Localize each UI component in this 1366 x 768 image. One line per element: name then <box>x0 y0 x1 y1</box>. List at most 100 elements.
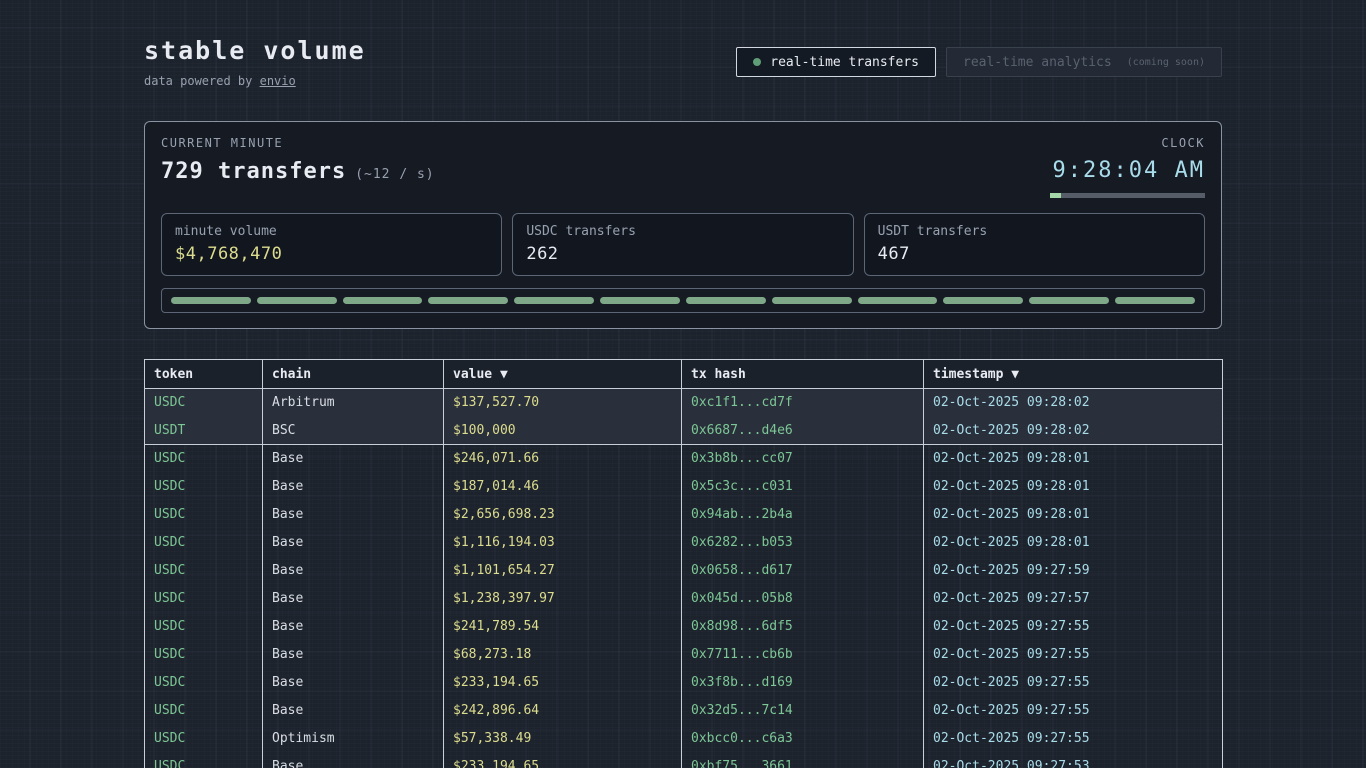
tab-analytics-label: real-time analytics <box>963 55 1112 70</box>
cell-token: USDC <box>145 501 263 529</box>
cell-chain: Base <box>263 501 444 529</box>
cell-timestamp: 02-Oct-2025 09:28:01 <box>924 529 1223 557</box>
tab-realtime-analytics[interactable]: real-time analytics (coming soon) <box>946 47 1222 77</box>
table-row: USDCOptimism$57,338.490xbcc0...c6a302-Oc… <box>145 725 1223 753</box>
table-row: USDCBase$233,194.650xbf75...366102-Oct-2… <box>145 753 1223 768</box>
topbar: stable volume data powered by envio real… <box>144 0 1222 88</box>
cell-chain: Base <box>263 641 444 669</box>
cell-tx-hash[interactable]: 0x6282...b053 <box>682 529 924 557</box>
cell-tx-hash[interactable]: 0x045d...05b8 <box>682 585 924 613</box>
tab-transfers-label: real-time transfers <box>770 55 919 70</box>
transfers-count: 729 transfers <box>161 159 346 184</box>
header-tx-hash: tx hash <box>682 360 924 389</box>
minute-segment <box>772 297 852 304</box>
table-row: USDTBSC$100,0000x6687...d4e602-Oct-2025 … <box>145 417 1223 445</box>
transfers-rate: (~12 / s) <box>355 167 434 182</box>
cell-tx-hash[interactable]: 0x5c3c...c031 <box>682 473 924 501</box>
live-dot-icon <box>753 58 761 66</box>
cell-token: USDC <box>145 445 263 473</box>
usdt-transfers-label: USDT transfers <box>878 224 1191 239</box>
cell-chain: Base <box>263 753 444 768</box>
cell-timestamp: 02-Oct-2025 09:27:55 <box>924 697 1223 725</box>
minute-segment <box>1115 297 1195 304</box>
transfers-table: token chain value ▼ tx hash timestamp ▼ … <box>144 359 1223 768</box>
minute-segments-bar <box>161 288 1205 313</box>
table-row: USDCBase$246,071.660x3b8b...cc0702-Oct-2… <box>145 445 1223 473</box>
cell-tx-hash[interactable]: 0x94ab...2b4a <box>682 501 924 529</box>
header-timestamp-sort[interactable]: timestamp ▼ <box>924 360 1223 389</box>
header-token: token <box>145 360 263 389</box>
transfers-table-section: token chain value ▼ tx hash timestamp ▼ … <box>144 359 1222 768</box>
cell-value: $233,194.65 <box>444 753 682 768</box>
cell-token: USDC <box>145 529 263 557</box>
subtitle-prefix: data powered by <box>144 74 260 88</box>
cell-token: USDC <box>145 753 263 768</box>
cell-chain: Optimism <box>263 725 444 753</box>
cell-tx-hash[interactable]: 0x0658...d617 <box>682 557 924 585</box>
usdc-transfers-value: 262 <box>526 244 839 264</box>
cell-value: $2,656,698.23 <box>444 501 682 529</box>
subtitle: data powered by envio <box>144 74 366 88</box>
cell-token: USDC <box>145 641 263 669</box>
stat-subcards: minute volume $4,768,470 USDC transfers … <box>161 213 1205 276</box>
cell-timestamp: 02-Oct-2025 09:27:57 <box>924 585 1223 613</box>
transfers-summary: CURRENT MINUTE 729 transfers (~12 / s) <box>161 136 435 184</box>
transfers-count-line: 729 transfers (~12 / s) <box>161 159 435 184</box>
tab-realtime-transfers[interactable]: real-time transfers <box>736 47 936 77</box>
minute-segment <box>600 297 680 304</box>
envio-link[interactable]: envio <box>260 74 296 88</box>
clock-time: 9:28:04 AM <box>1050 158 1205 183</box>
table-header-row: token chain value ▼ tx hash timestamp ▼ <box>145 360 1223 389</box>
cell-value: $57,338.49 <box>444 725 682 753</box>
table-row: USDCBase$242,896.640x32d5...7c1402-Oct-2… <box>145 697 1223 725</box>
cell-chain: Base <box>263 557 444 585</box>
cell-token: USDC <box>145 389 263 417</box>
clock-progress-track <box>1050 193 1205 198</box>
cell-tx-hash[interactable]: 0x3f8b...d169 <box>682 669 924 697</box>
minute-segment <box>858 297 938 304</box>
cell-chain: Base <box>263 585 444 613</box>
cell-chain: BSC <box>263 417 444 445</box>
cell-value: $68,273.18 <box>444 641 682 669</box>
cell-tx-hash[interactable]: 0x6687...d4e6 <box>682 417 924 445</box>
header-value-sort[interactable]: value ▼ <box>444 360 682 389</box>
minute-segment <box>343 297 423 304</box>
cell-token: USDC <box>145 585 263 613</box>
cell-chain: Arbitrum <box>263 389 444 417</box>
cell-chain: Base <box>263 473 444 501</box>
cell-value: $137,527.70 <box>444 389 682 417</box>
cell-chain: Base <box>263 613 444 641</box>
cell-token: USDC <box>145 613 263 641</box>
table-row: USDCBase$1,101,654.270x0658...d61702-Oct… <box>145 557 1223 585</box>
cell-chain: Base <box>263 669 444 697</box>
cell-token: USDC <box>145 557 263 585</box>
page-container: stable volume data powered by envio real… <box>144 0 1222 768</box>
usdt-transfers-value: 467 <box>878 244 1191 264</box>
cell-token: USDC <box>145 669 263 697</box>
cell-timestamp: 02-Oct-2025 09:27:55 <box>924 613 1223 641</box>
cell-chain: Base <box>263 445 444 473</box>
cell-tx-hash[interactable]: 0x32d5...7c14 <box>682 697 924 725</box>
page-title: stable volume <box>144 36 366 65</box>
cell-value: $233,194.65 <box>444 669 682 697</box>
cell-value: $246,071.66 <box>444 445 682 473</box>
cell-tx-hash[interactable]: 0x8d98...6df5 <box>682 613 924 641</box>
cell-tx-hash[interactable]: 0xbf75...3661 <box>682 753 924 768</box>
clock-progress-fill <box>1050 193 1061 198</box>
cell-value: $1,101,654.27 <box>444 557 682 585</box>
cell-timestamp: 02-Oct-2025 09:27:59 <box>924 557 1223 585</box>
cell-chain: Base <box>263 697 444 725</box>
minute-segment <box>943 297 1023 304</box>
minute-segment <box>171 297 251 304</box>
clock-label: CLOCK <box>1050 136 1205 150</box>
stats-top: CURRENT MINUTE 729 transfers (~12 / s) C… <box>161 136 1205 198</box>
cell-tx-hash[interactable]: 0x3b8b...cc07 <box>682 445 924 473</box>
cell-tx-hash[interactable]: 0xc1f1...cd7f <box>682 389 924 417</box>
usdc-transfers-card: USDC transfers 262 <box>512 213 853 276</box>
table-row: USDCBase$187,014.460x5c3c...c03102-Oct-2… <box>145 473 1223 501</box>
cell-tx-hash[interactable]: 0xbcc0...c6a3 <box>682 725 924 753</box>
cell-tx-hash[interactable]: 0x7711...cb6b <box>682 641 924 669</box>
view-tabs: real-time transfers real-time analytics … <box>736 47 1222 77</box>
minute-volume-label: minute volume <box>175 224 488 239</box>
cell-value: $187,014.46 <box>444 473 682 501</box>
